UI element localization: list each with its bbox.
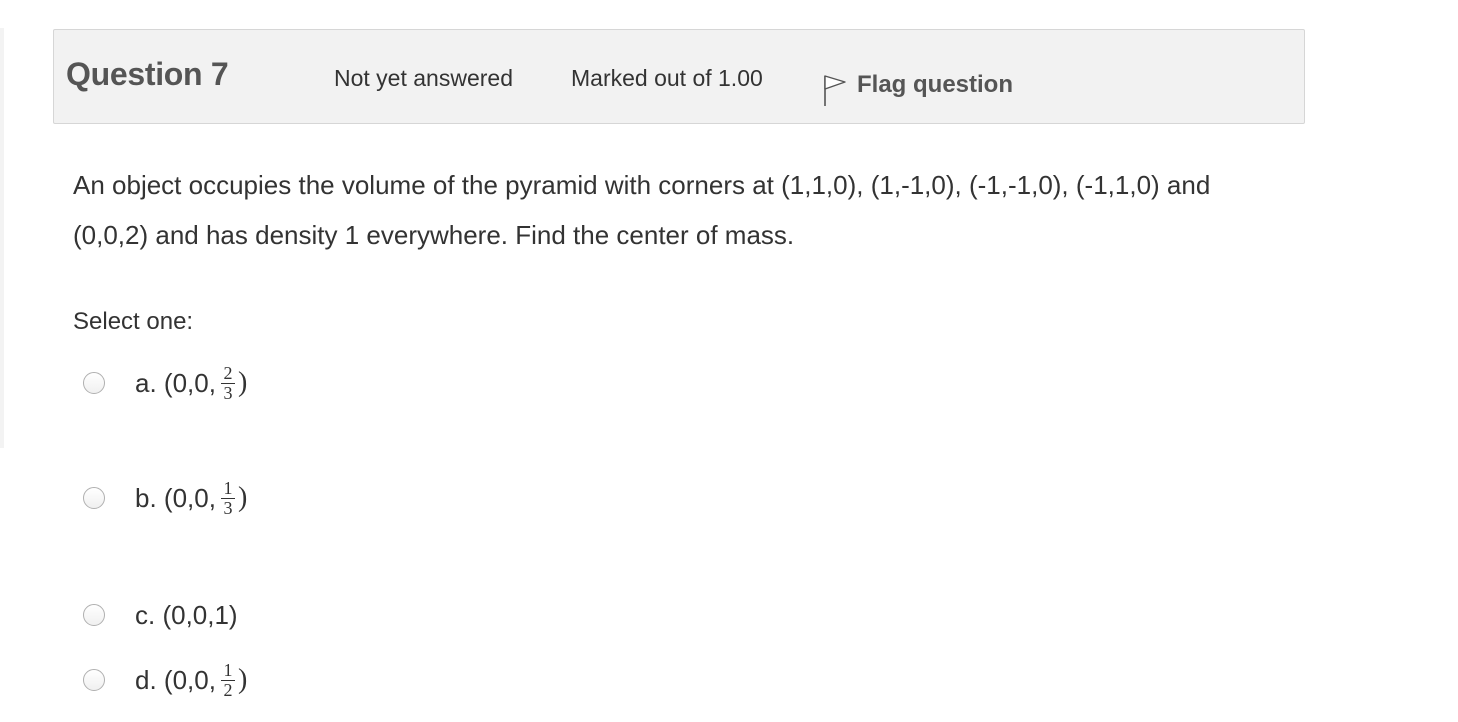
option-a-numerator: 2	[223, 362, 233, 383]
question-info-bar: Question 7 Not yet answered Marked out o…	[53, 29, 1305, 124]
option-b-denominator: 3	[223, 497, 233, 518]
question-grade: Marked out of 1.00	[571, 65, 763, 91]
answer-option-b-label[interactable]: b. (0,0, 1 3 )	[135, 477, 248, 518]
option-d-denominator: 2	[223, 679, 233, 700]
answer-option-a[interactable]: a. (0,0, 2 3 )	[83, 358, 247, 408]
option-d-fraction: 1 2	[220, 659, 235, 700]
option-a-prefix: a. (0,0,	[135, 367, 216, 398]
option-b-prefix: b. (0,0,	[135, 482, 216, 513]
option-d-suffix: )	[237, 664, 248, 695]
answer-option-d-label[interactable]: d. (0,0, 1 2 )	[135, 659, 248, 700]
question-number: Question 7	[66, 56, 229, 92]
radio-a[interactable]	[83, 372, 105, 394]
option-b-fraction: 1 3	[220, 477, 235, 518]
flag-question-label: Flag question	[857, 71, 1013, 98]
radio-c[interactable]	[83, 604, 105, 626]
option-d-prefix: d. (0,0,	[135, 664, 216, 695]
answer-option-d[interactable]: d. (0,0, 1 2 )	[83, 655, 247, 705]
option-d-numerator: 1	[223, 659, 233, 680]
answer-option-a-label[interactable]: a. (0,0, 2 3 )	[135, 362, 248, 403]
question-state: Not yet answered	[334, 65, 513, 91]
option-a-fraction: 2 3	[220, 362, 235, 403]
option-a-denominator: 3	[223, 382, 233, 403]
answer-option-c-label[interactable]: c. (0,0,1)	[135, 600, 238, 631]
page-left-divider	[0, 28, 4, 448]
option-b-suffix: )	[237, 482, 248, 513]
radio-b[interactable]	[83, 487, 105, 509]
radio-d[interactable]	[83, 669, 105, 691]
option-a-suffix: )	[237, 367, 248, 398]
answer-prompt: Select one:	[73, 308, 194, 335]
question-text: An object occupies the volume of the pyr…	[73, 170, 1211, 250]
flag-question-button[interactable]: Flag question	[821, 62, 1013, 108]
flag-icon	[824, 75, 846, 106]
option-b-numerator: 1	[223, 477, 233, 498]
answer-option-b[interactable]: b. (0,0, 1 3 )	[83, 473, 247, 523]
answer-option-c[interactable]: c. (0,0,1)	[83, 590, 238, 640]
